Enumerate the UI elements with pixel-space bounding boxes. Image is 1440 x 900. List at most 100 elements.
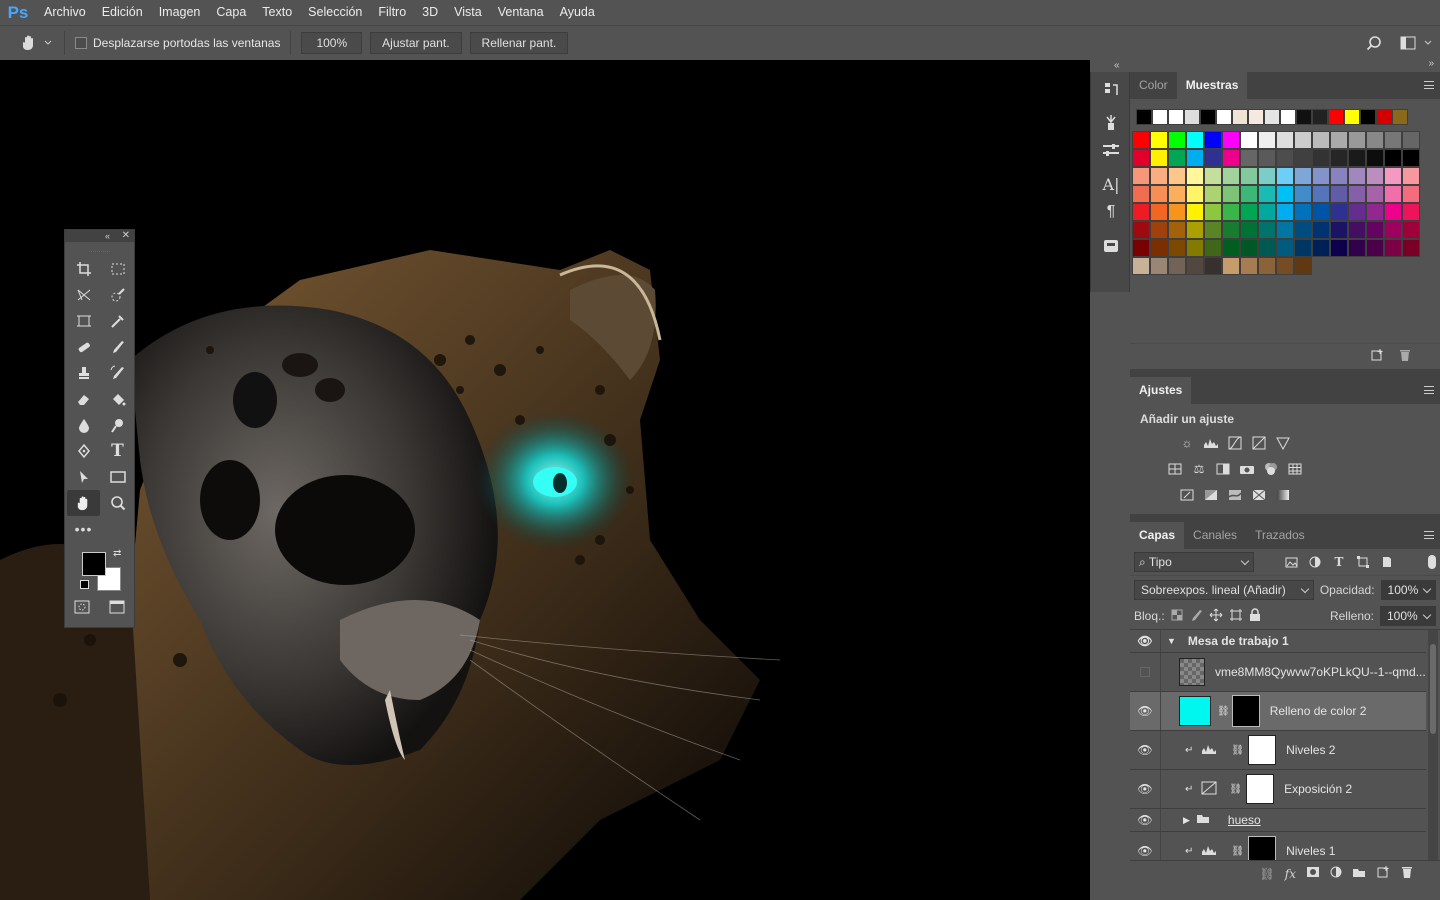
swatch[interactable]: [1384, 239, 1402, 257]
swatch[interactable]: [1384, 221, 1402, 239]
toolbox-header[interactable]: « ✕: [65, 230, 134, 242]
swatch[interactable]: [1402, 167, 1420, 185]
swatch[interactable]: [1168, 203, 1186, 221]
exposure-icon[interactable]: [1248, 432, 1270, 454]
fill-screen-button[interactable]: Rellenar pant.: [469, 32, 569, 54]
crop-tool-icon[interactable]: [67, 256, 100, 282]
hand-tool-preset-icon[interactable]: [20, 34, 52, 52]
swatch[interactable]: [1328, 109, 1344, 125]
swatch[interactable]: [1168, 221, 1186, 239]
swatch[interactable]: [1366, 131, 1384, 149]
eye-icon[interactable]: 👁: [1130, 630, 1161, 652]
swatch[interactable]: [1222, 131, 1240, 149]
menu-capa[interactable]: Capa: [208, 0, 254, 25]
swatch[interactable]: [1276, 149, 1294, 167]
swatch[interactable]: [1348, 203, 1366, 221]
history-brush-tool-icon[interactable]: [101, 360, 134, 386]
swatch[interactable]: [1276, 257, 1294, 275]
swatch[interactable]: [1240, 239, 1258, 257]
photo-filter-icon[interactable]: [1236, 458, 1258, 480]
swatch[interactable]: [1132, 203, 1150, 221]
vibrance-icon[interactable]: [1272, 432, 1294, 454]
swatch[interactable]: [1330, 185, 1348, 203]
swatch[interactable]: [1294, 257, 1312, 275]
swatch[interactable]: [1184, 109, 1200, 125]
black-white-icon[interactable]: [1212, 458, 1234, 480]
color-balance-icon[interactable]: ⚖: [1188, 458, 1210, 480]
paint-bucket-tool-icon[interactable]: [101, 386, 134, 412]
swatch[interactable]: [1312, 203, 1330, 221]
swatch[interactable]: [1366, 203, 1384, 221]
new-swatch-icon[interactable]: [1370, 348, 1384, 365]
swatch[interactable]: [1330, 221, 1348, 239]
healing-brush-tool-icon[interactable]: [67, 334, 100, 360]
swatch[interactable]: [1402, 221, 1420, 239]
gradient-map-icon[interactable]: [1272, 484, 1294, 506]
swatch[interactable]: [1204, 185, 1222, 203]
tab-adjustments[interactable]: Ajustes: [1130, 377, 1192, 404]
swatch[interactable]: [1216, 109, 1232, 125]
swatch[interactable]: [1200, 109, 1216, 125]
filter-type-icon[interactable]: T: [1328, 551, 1350, 573]
swatch[interactable]: [1168, 167, 1186, 185]
swatch[interactable]: [1204, 149, 1222, 167]
swatch[interactable]: [1232, 109, 1248, 125]
swatch[interactable]: [1258, 239, 1276, 257]
blur-tool-icon[interactable]: [67, 412, 100, 438]
swatch[interactable]: [1344, 109, 1360, 125]
dodge-tool-icon[interactable]: [101, 412, 134, 438]
threshold-icon[interactable]: [1224, 484, 1246, 506]
eye-icon[interactable]: 👁: [1130, 809, 1161, 831]
eye-icon[interactable]: 👁: [1130, 832, 1161, 860]
swatch[interactable]: [1132, 221, 1150, 239]
swatch[interactable]: [1296, 109, 1312, 125]
lock-transparent-icon[interactable]: [1171, 609, 1183, 624]
menu-ventana[interactable]: Ventana: [490, 0, 552, 25]
swatch[interactable]: [1132, 185, 1150, 203]
swatch[interactable]: [1248, 109, 1264, 125]
swatch[interactable]: [1366, 167, 1384, 185]
lock-position-icon[interactable]: [1209, 608, 1223, 625]
menu-texto[interactable]: Texto: [254, 0, 300, 25]
blend-mode-select[interactable]: Sobreexpos. lineal (Añadir): [1134, 579, 1314, 600]
swatch[interactable]: [1150, 239, 1168, 257]
swatch[interactable]: [1294, 239, 1312, 257]
swatch[interactable]: [1222, 239, 1240, 257]
swatch[interactable]: [1348, 185, 1366, 203]
swatch[interactable]: [1294, 149, 1312, 167]
swatch[interactable]: [1240, 221, 1258, 239]
fit-screen-button[interactable]: Ajustar pant.: [370, 32, 462, 54]
type-tool-icon[interactable]: T: [101, 438, 134, 464]
swatch[interactable]: [1186, 239, 1204, 257]
eye-icon[interactable]: 👁: [1130, 770, 1161, 808]
brightness-icon[interactable]: ☼: [1176, 432, 1198, 454]
swatch[interactable]: [1330, 167, 1348, 185]
layer-row-exposure-2[interactable]: 👁 ↵ ⛓ Exposición 2: [1130, 770, 1426, 809]
artboard-row[interactable]: 👁 ▼ Mesa de trabajo 1: [1130, 630, 1426, 653]
filter-pixel-icon[interactable]: [1280, 551, 1302, 573]
swatch[interactable]: [1168, 257, 1186, 275]
frame-tool-icon[interactable]: [67, 308, 100, 334]
swatch[interactable]: [1204, 167, 1222, 185]
swatch[interactable]: [1276, 221, 1294, 239]
swatch[interactable]: [1258, 257, 1276, 275]
swatch[interactable]: [1384, 167, 1402, 185]
brush-tool-icon[interactable]: [101, 334, 134, 360]
trash-icon[interactable]: [1398, 348, 1412, 365]
swatch[interactable]: [1366, 221, 1384, 239]
quick-selection-tool-icon[interactable]: [101, 282, 134, 308]
hand-tool-icon[interactable]: [67, 490, 100, 516]
swatch[interactable]: [1150, 203, 1168, 221]
marquee-tool-icon[interactable]: [101, 256, 134, 282]
swatch[interactable]: [1186, 203, 1204, 221]
swatch[interactable]: [1150, 221, 1168, 239]
new-adjustment-icon[interactable]: [1330, 866, 1342, 881]
foreground-color-swatch[interactable]: [82, 552, 106, 576]
swatch[interactable]: [1150, 185, 1168, 203]
swatch[interactable]: [1240, 203, 1258, 221]
swatch[interactable]: [1204, 221, 1222, 239]
swatch[interactable]: [1186, 221, 1204, 239]
swatch[interactable]: [1240, 167, 1258, 185]
swatch[interactable]: [1402, 203, 1420, 221]
swatch[interactable]: [1384, 185, 1402, 203]
